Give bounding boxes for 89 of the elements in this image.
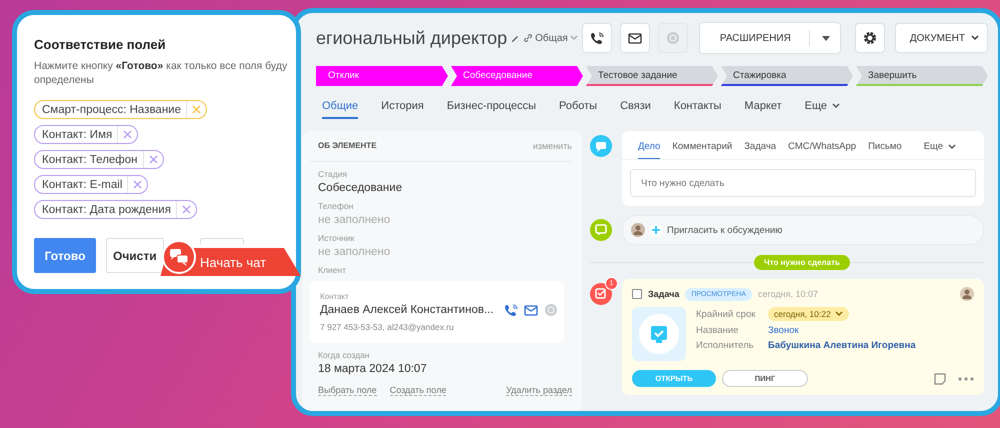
field-label: Источник	[318, 233, 356, 243]
field-tag: Контакт: Дата рождения	[34, 200, 197, 220]
phone-button[interactable]	[582, 23, 612, 53]
field-label: Исполнитель	[696, 340, 755, 351]
assignee-link[interactable]: Бабушкина Алевтина Игоревна	[768, 340, 916, 351]
tab[interactable]: Еще	[804, 100, 840, 119]
chevron-down-icon	[948, 144, 956, 150]
settings-icon	[862, 31, 877, 45]
done-button[interactable]: Готово	[34, 238, 96, 274]
field-label: Крайний срок	[696, 308, 756, 320]
stage-step[interactable]: Тестовое задание	[586, 66, 718, 86]
mail-button[interactable]	[620, 23, 650, 53]
chevron-down-icon	[971, 35, 979, 41]
settings-button[interactable]	[854, 23, 885, 53]
field-label: Название	[696, 325, 740, 336]
pencil-icon	[510, 33, 520, 43]
checkbox[interactable]	[632, 289, 642, 299]
dialog-title: Соответствие полей	[34, 37, 167, 52]
link-icon	[523, 33, 534, 43]
chevron-down-icon	[832, 103, 840, 109]
plus-icon	[649, 223, 663, 237]
tab[interactable]: Роботы	[559, 100, 598, 119]
mail-icon	[628, 31, 642, 45]
caret-icon	[822, 36, 830, 40]
note-icon	[934, 372, 946, 384]
tab[interactable]: Общие	[322, 100, 358, 119]
clear-button[interactable]: Очисти	[106, 238, 164, 274]
field-label: Телефон	[318, 201, 354, 211]
tab[interactable]: Задача	[744, 141, 776, 159]
deadline-dropdown[interactable]: сегодня, 10:22	[768, 307, 849, 321]
field-tag: Контакт: E-mail	[34, 175, 148, 194]
chat-icon	[590, 135, 612, 157]
footer-link[interactable]: Выбрать поле	[318, 385, 377, 396]
extensions-button[interactable]: РАСШИРЕНИЯ	[698, 22, 841, 54]
field-label: Стадия	[318, 169, 348, 179]
tab[interactable]: Бизнес-процессы	[446, 100, 536, 119]
section-heading: ОБ ЭЛЕМЕНТЕ	[318, 141, 377, 151]
tab[interactable]: Письмо	[868, 141, 902, 159]
contact-label: Контакт	[320, 292, 350, 301]
dialog-description: Нажмите кнопку «Готово» как только все поля буду определены	[34, 60, 288, 88]
close-icon	[123, 130, 132, 140]
phone-icon	[590, 31, 604, 45]
task-icon	[590, 283, 612, 305]
field-value: 18 марта 2024 10:07	[318, 363, 428, 375]
field-value: Собеседование	[318, 182, 404, 194]
chevron-down-icon	[570, 35, 578, 41]
stage-step[interactable]: Стажировка	[721, 66, 853, 86]
tab[interactable]: Контакты	[674, 100, 722, 119]
tab[interactable]: Дело	[638, 141, 660, 159]
more-icon	[958, 376, 974, 380]
close-icon	[182, 205, 191, 214]
invite-button[interactable]: Пригласить к обсуждению	[622, 215, 984, 245]
tab[interactable]: Связи	[620, 100, 651, 119]
todo-input-field[interactable]: Что нужно сделать	[630, 169, 976, 197]
chat-icon	[590, 219, 612, 241]
field-tag: Контакт: Имя	[34, 125, 138, 144]
tab[interactable]: Маркет	[744, 100, 782, 119]
field-tag: Смарт-процесс: Название	[34, 100, 207, 120]
field-label: Клиент	[318, 265, 347, 275]
chat-bubbles-icon	[162, 240, 196, 274]
document-button[interactable]: ДОКУМЕНТ	[894, 23, 988, 53]
field-value: не заполнено	[318, 214, 392, 226]
chevron-down-icon	[834, 311, 843, 317]
task-name-link[interactable]: Звонок	[768, 325, 916, 336]
footer-link[interactable]: Удалить раздел	[506, 385, 572, 396]
phone-icon	[504, 303, 518, 317]
tab[interactable]: Еще	[924, 141, 956, 159]
section-label: Что нужно сделать	[754, 255, 850, 270]
avatar-icon	[631, 223, 645, 237]
field-label: Когда создан	[318, 350, 371, 360]
contact-name[interactable]: Данаев Алексей Константинов...	[320, 304, 494, 316]
card-title: егиональный директор	[316, 28, 508, 48]
task-time: сегодня, 10:07	[758, 289, 818, 299]
close-icon	[148, 155, 158, 164]
access-dropdown[interactable]: Общая	[523, 32, 578, 44]
footer-link[interactable]: Создать поле	[390, 385, 446, 396]
stage-step[interactable]: Завершить	[856, 66, 988, 86]
tab[interactable]: СМС/WhatsApp	[788, 141, 856, 159]
mail-icon	[524, 303, 538, 317]
field-value: не заполнено	[318, 246, 392, 258]
avatar-icon	[960, 287, 974, 301]
task-title: Задача	[648, 289, 680, 299]
checkbox-icon	[639, 314, 679, 354]
tab[interactable]: Комментарий	[672, 141, 732, 159]
field-tag: Контакт: Телефон	[34, 150, 164, 170]
tab[interactable]: История	[381, 100, 424, 119]
contact-details: 7 927 453-53-53, al243@yandex.ru	[320, 322, 455, 332]
close-icon	[192, 105, 201, 114]
close-icon	[133, 180, 142, 190]
